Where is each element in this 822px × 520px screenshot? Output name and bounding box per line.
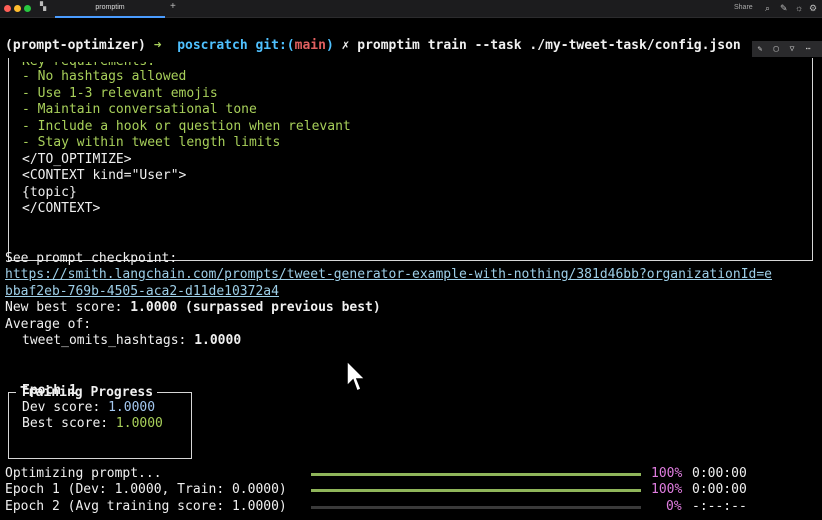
minimize-window-button[interactable] — [14, 5, 21, 12]
terminal-pane[interactable]: (prompt-optimizer) ➜ poscratch git:(main… — [0, 18, 822, 520]
progress-bar-fill — [311, 489, 641, 492]
more-icon[interactable]: ⋯ — [800, 41, 816, 57]
edit-icon[interactable]: ✎ — [752, 41, 768, 57]
prompt-line: {topic} — [22, 185, 77, 200]
bulb-icon[interactable]: ☼ — [795, 2, 803, 14]
metric-value: 1.0000 — [194, 333, 242, 348]
prompt-line: <CONTEXT kind="User"> — [22, 168, 187, 183]
share-button[interactable]: Share — [734, 2, 753, 14]
command-line: (prompt-optimizer) ➜ poscratch git:(main… — [5, 38, 741, 54]
metric-name: tweet_omits_hashtags: — [22, 333, 195, 348]
best-score-value-2: 1.0000 — [115, 416, 163, 431]
tab-label: promptim — [95, 4, 125, 11]
zoom-window-button[interactable] — [24, 5, 31, 12]
checkpoint-link[interactable]: https://smith.langchain.com/prompts/twee… — [5, 267, 772, 283]
progress-bar-track — [311, 506, 641, 509]
progress-row-label: Epoch 1 (Dev: 1.0000, Train: 0.0000) — [5, 482, 287, 497]
progress-row-time: 0:00:00 — [692, 466, 747, 481]
metric-line: tweet_omits_hashtags: 1.0000 — [22, 333, 241, 349]
average-label: Average of: — [5, 317, 92, 332]
best-score-line: New best score: 1.0000 (surpassed previo… — [5, 300, 381, 316]
block-toolbar: ✎ ▢ ▽ ⋯ — [752, 41, 822, 57]
epoch-label: Epoch 1 — [22, 383, 77, 398]
git-dirty-mark: ✗ — [341, 38, 350, 53]
best-score-value: 1.0000 — [130, 300, 178, 315]
progress-bar-track — [311, 473, 641, 476]
dev-score-value: 1.0000 — [108, 400, 156, 415]
gear-icon[interactable]: ⚙ — [809, 2, 817, 14]
search-icon[interactable]: ⌕ — [765, 2, 770, 14]
tab-promptim[interactable]: promptim — [55, 0, 165, 18]
prompt-arrow: ➜ — [153, 38, 162, 53]
progress-bar-track — [311, 489, 641, 492]
best-score-note: (surpassed previous best) — [177, 300, 381, 315]
progress-row-pct: 100% — [651, 482, 683, 497]
git-branch: main — [294, 38, 326, 53]
prompt-line: - No hashtags allowed — [22, 69, 187, 84]
prompt-line: </TO_OPTIMIZE> — [22, 152, 132, 167]
best-score-line-2: Best score: 1.0000 — [22, 416, 163, 432]
mouse-cursor-icon — [346, 360, 367, 393]
progress-row-time: -:--:-- — [692, 499, 747, 514]
env-name: (prompt-optimizer) — [5, 38, 146, 53]
git-suffix: ) — [325, 38, 334, 53]
dev-score-label: Dev score: — [22, 400, 109, 415]
progress-row-label: Epoch 2 (Avg training score: 1.0000) — [5, 499, 287, 514]
prompt-line: - Stay within tweet length limits — [22, 135, 281, 150]
checkpoint-label: See prompt checkpoint: — [5, 251, 178, 266]
progress-bar-fill — [311, 473, 641, 476]
prompt-line: - Use 1-3 relevant emojis — [22, 86, 218, 101]
current-dir: poscratch — [177, 38, 248, 53]
new-tab-button[interactable]: + — [170, 1, 176, 13]
prompt-line: Key requirements: — [22, 54, 156, 69]
prompt-line: </CONTEXT> — [22, 201, 101, 216]
window-titlebar: ▚ promptim + Share ⌕ ✎ ☼ ⚙ — [0, 0, 822, 18]
filter-icon[interactable]: ▽ — [784, 41, 800, 57]
best-score-label-2: Best score: — [22, 416, 116, 431]
progress-row-pct: 100% — [651, 466, 683, 481]
dev-score-line: Dev score: 1.0000 — [22, 400, 155, 416]
checkpoint-link-cont[interactable]: bbaf2eb-769b-4505-aca2-d11de10372a4 — [5, 284, 279, 300]
bookmark-icon[interactable]: ▢ — [768, 41, 784, 57]
command-text: promptim train --task ./my-tweet-task/co… — [357, 38, 741, 53]
sidebar-icon[interactable]: ▚ — [40, 3, 48, 11]
best-score-label: New best score: — [5, 300, 131, 315]
prompt-line: - Maintain conversational tone — [22, 102, 257, 117]
prompt-line: - Include a hook or question when releva… — [22, 119, 351, 134]
progress-row-time: 0:00:00 — [692, 482, 747, 497]
progress-row-pct: 0% — [666, 499, 682, 514]
pin-icon[interactable]: ✎ — [780, 2, 788, 14]
close-window-button[interactable] — [4, 5, 11, 12]
git-prefix: git:( — [255, 38, 295, 53]
progress-row-label: Optimizing prompt... — [5, 466, 162, 481]
